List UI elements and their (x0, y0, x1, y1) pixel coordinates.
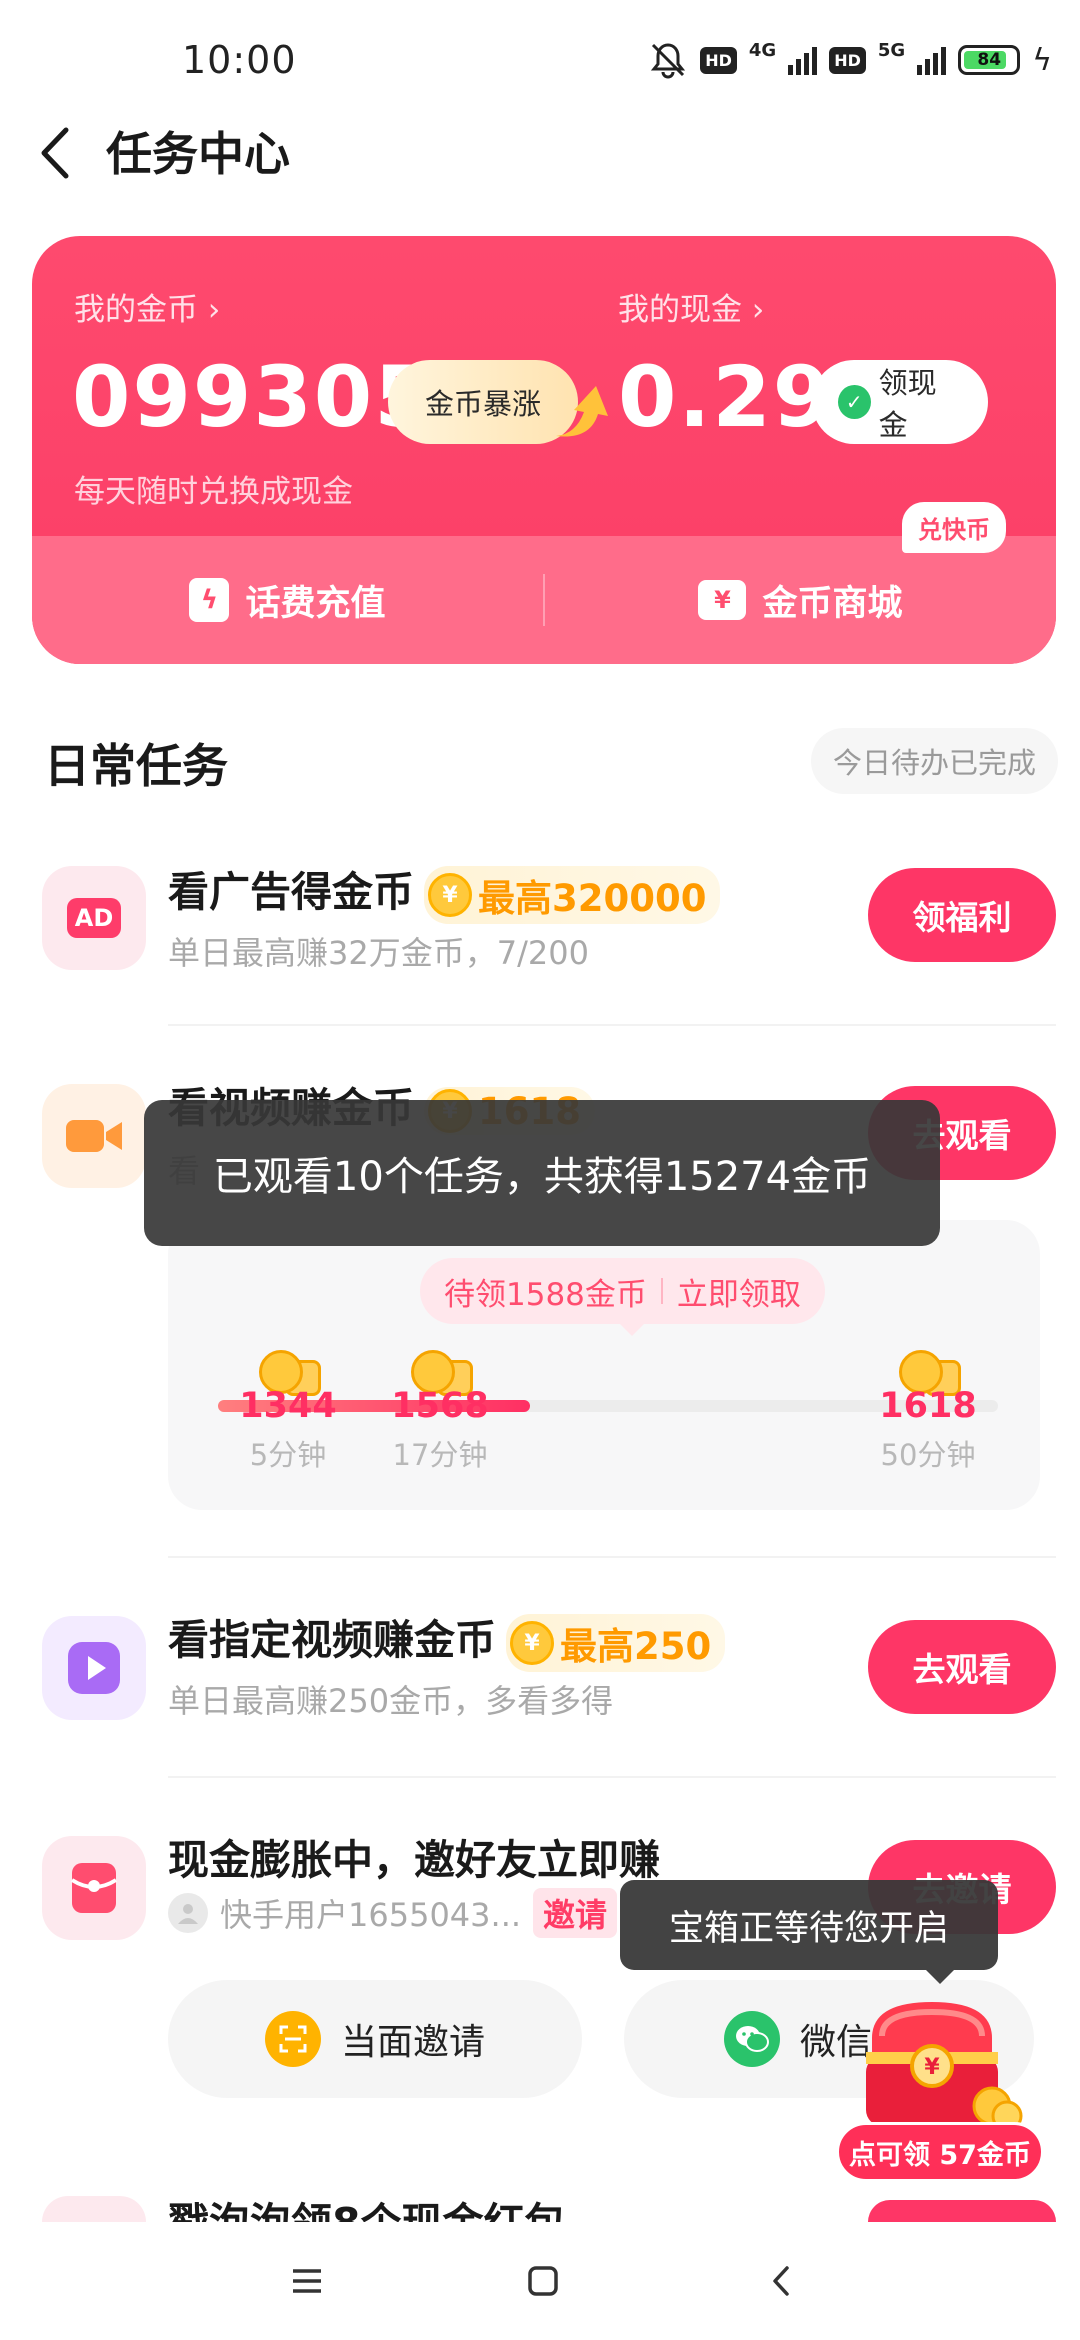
menu-icon[interactable] (282, 2258, 332, 2304)
milestone-value: 1618 (879, 1386, 977, 1426)
avatar (168, 1893, 208, 1933)
coin-icon: ¥ (510, 1621, 554, 1665)
chevron-left-icon[interactable] (30, 118, 80, 188)
task-title: 看指定视频赚金币 ¥ 最高250 (168, 1606, 726, 1672)
hd-icon-2: HD (829, 46, 866, 74)
kuaibi-badge: 兑快币 (902, 502, 1006, 553)
withdraw-cash-button[interactable]: ✓ 领现金 (812, 360, 988, 444)
my-cash-link[interactable]: 我的现金 › (618, 284, 764, 329)
task-title: 看广告得金币 ¥ 最高320000 (168, 858, 721, 924)
battery-level: 84 (977, 50, 1002, 70)
divider (168, 1776, 1056, 1778)
red-envelope-icon (42, 1836, 146, 1940)
arrow-up-icon (556, 386, 608, 437)
mute-bell-icon (651, 43, 686, 79)
milestone-value: 1344 (239, 1386, 337, 1426)
inviter-name: 快手用户1655043... (220, 1896, 522, 1934)
reward-chip: ¥ 最高320000 (424, 866, 721, 924)
hd-icon: HD (700, 46, 737, 74)
face-to-face-label: 当面邀请 (340, 2022, 485, 2063)
wallet-actions: ϟ 话费充值 ¥ 金币商城 (32, 536, 1056, 664)
claim-now-link[interactable]: 立即领取 (677, 1269, 801, 1314)
watch-progress-panel: 待领1588金币 立即领取 1344 5分钟 1568 17分钟 1618 50… (168, 1220, 1040, 1510)
signal-icon-2 (917, 45, 947, 75)
invite-tag: 邀请 (533, 1888, 618, 1938)
wallet-hint: 每天随时兑换成现金 (74, 474, 353, 510)
withdraw-cash-label: 领现金 (878, 366, 937, 442)
milestone-value: 1568 (391, 1386, 489, 1426)
network-4g-label: 4G (748, 39, 777, 61)
header: 任务中心 (0, 110, 1080, 250)
home-square-icon[interactable] (518, 2258, 568, 2304)
back-chevron-icon[interactable] (756, 2258, 806, 2304)
wechat-icon (724, 2011, 780, 2067)
system-nav-bar (0, 2222, 1080, 2340)
coin-icon: ¥ (428, 873, 472, 917)
daily-tasks-title: 日常任务 (44, 739, 228, 793)
milestone-time: 17分钟 (392, 1438, 488, 1472)
scan-icon (264, 2011, 321, 2067)
phone-recharge-label: 话费充值 (245, 583, 386, 624)
claim-bubble[interactable]: 待领1588金币 立即领取 (420, 1258, 825, 1336)
coins-value: 099305 (72, 348, 435, 446)
video-camera-icon (42, 1084, 146, 1188)
toast-message: 已观看10个任务，共获得15274金币 (144, 1100, 940, 1246)
next-task-title: 戳泡泡领8个现金红包 (168, 2196, 566, 2222)
status-bar: 10:00 HD 4G HD 5G 84 ϟ (0, 0, 1080, 110)
lightning-icon: ϟ (189, 578, 230, 622)
treasure-chest-icon[interactable]: ¥ (842, 1988, 1024, 2138)
svg-text:¥: ¥ (924, 2055, 940, 2080)
network-5g-label: 5G (877, 39, 906, 61)
battery-icon: 84 (958, 45, 1021, 75)
play-icon (42, 1616, 146, 1720)
coin-surge-label: 金币暴涨 (424, 387, 541, 421)
next-task-button[interactable] (868, 2200, 1056, 2222)
milestone: 1344 5分钟 (228, 1350, 348, 1474)
check-icon: ✓ (838, 385, 871, 419)
status-icons: HD 4G HD 5G 84 ϟ (648, 38, 1052, 82)
milestone-time: 50分钟 (880, 1438, 976, 1472)
task-title: 现金膨胀中，邀好友立即赚 (168, 1836, 660, 1884)
chest-claim-badge[interactable]: 点可领 57金币 (836, 2122, 1044, 2182)
daily-status-chip: 今日待办已完成 (810, 728, 1058, 794)
chest-tooltip: 宝箱正等待您开启 (620, 1880, 998, 1984)
face-to-face-invite-button[interactable]: 当面邀请 (168, 1980, 582, 2098)
next-task-icon (42, 2196, 146, 2222)
page-title: 任务中心 (106, 127, 290, 181)
claim-welfare-button[interactable]: 领福利 (868, 868, 1056, 962)
pending-coins-text: 待领1588金币 (444, 1276, 647, 1313)
coin-mall-button[interactable]: ¥ 金币商城 (545, 536, 1056, 664)
ad-icon: AD (42, 866, 146, 970)
charging-icon: ϟ (1032, 42, 1052, 78)
divider (168, 1024, 1056, 1026)
milestone: 1568 17分钟 (380, 1350, 500, 1474)
reward-chip: ¥ 最高250 (506, 1614, 726, 1672)
go-watch-button[interactable]: 去观看 (868, 1620, 1056, 1714)
status-time: 10:00 (182, 38, 297, 82)
task-subtitle: 单日最高赚250金币，多看多得 (168, 1682, 614, 1720)
my-coins-link[interactable]: 我的金币 › (74, 284, 220, 329)
milestone: 1618 50分钟 (868, 1350, 988, 1474)
milestone-time: 5分钟 (249, 1438, 327, 1472)
signal-icon (788, 45, 818, 75)
cash-value: 0.29 (618, 348, 834, 446)
divider (168, 1556, 1056, 1558)
task-subtitle: 单日最高赚32万金币，7/200 (168, 934, 589, 972)
coin-mall-label: 金币商城 (762, 583, 903, 624)
ticket-icon: ¥ (698, 580, 747, 620)
task-subtitle-row: 快手用户1655043... 邀请 (168, 1888, 618, 1938)
wallet-card: 我的金币 › 099305 金币暴涨 我的现金 › 0.29 ✓ 领现金 每天随… (32, 236, 1056, 664)
phone-recharge-button[interactable]: ϟ 话费充值 (32, 536, 543, 664)
